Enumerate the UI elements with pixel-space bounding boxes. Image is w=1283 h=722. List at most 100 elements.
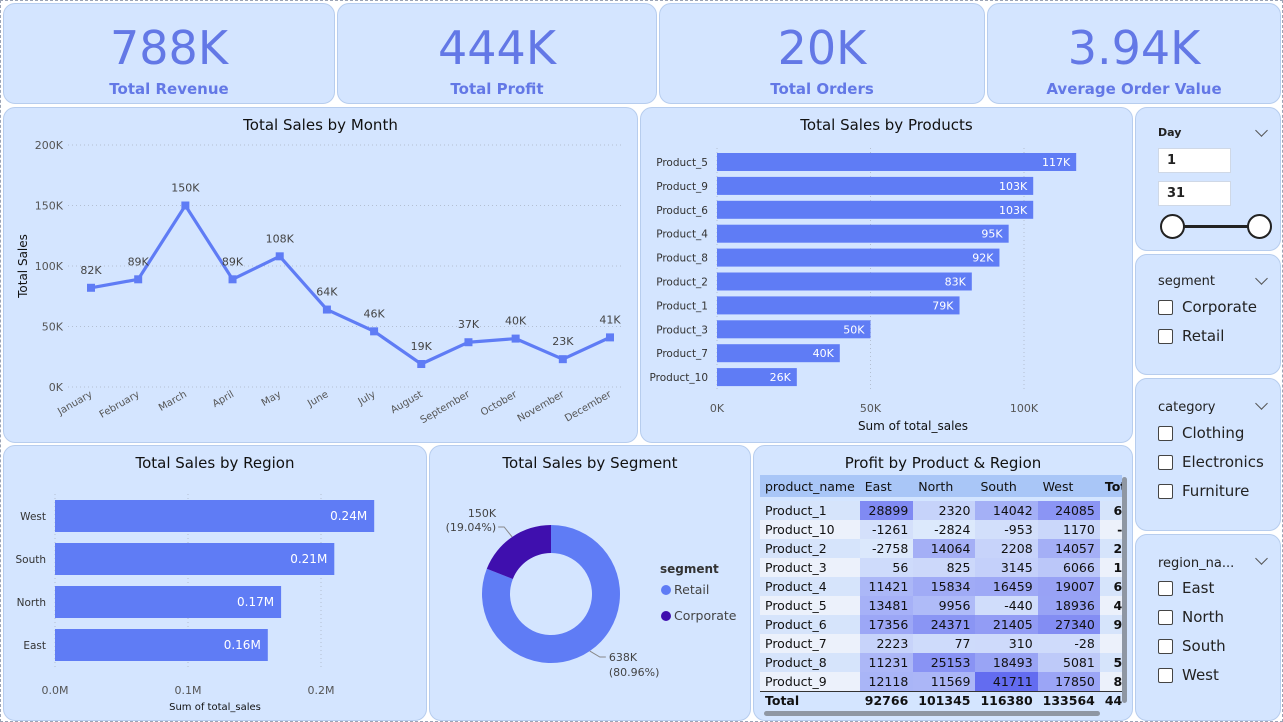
column-header[interactable]: East [860, 475, 914, 497]
sales-by-region-card[interactable]: Total Sales by Region 0.0M 0.1M 0.2M Sum of… [3, 445, 427, 721]
table-row[interactable]: Product_7222377310-28258 [760, 634, 1122, 653]
sales-by-month-card[interactable]: Total Sales by Month 0K 50K 100K 150K 200K To… [3, 107, 638, 443]
table-cell: 21405 [975, 615, 1038, 634]
slicer-option-north[interactable]: North [1158, 608, 1224, 626]
data-label: 638K [609, 651, 638, 664]
checkbox[interactable] [1158, 425, 1173, 441]
checkbox[interactable] [1158, 483, 1173, 499]
table-cell: 1009 [1099, 558, 1122, 577]
range-handle-start[interactable] [1160, 214, 1185, 239]
option-label: Furniture [1182, 482, 1250, 500]
checkbox[interactable] [1158, 667, 1173, 683]
x-tick-label: November [516, 389, 567, 425]
table-row[interactable]: Product_128899232014042240856934 [760, 501, 1122, 520]
vertical-scrollbar[interactable] [1122, 477, 1127, 703]
table-row[interactable]: Product_4114211583416459190076272 [760, 577, 1122, 596]
total-label: Total [765, 693, 800, 709]
line-point [134, 275, 143, 284]
option-label: Retail [1182, 327, 1225, 345]
table-row[interactable]: Product_9121181156941711178508324 [760, 672, 1122, 691]
slicer-option-corporate[interactable]: Corporate [1158, 298, 1257, 316]
segment-slicer[interactable]: segment Corporate Retail [1135, 254, 1281, 375]
checkbox[interactable] [1158, 580, 1173, 596]
option-label: West [1182, 666, 1219, 684]
region-slicer[interactable]: region_na... East North South West [1135, 534, 1281, 721]
kpi-card-total-profit[interactable]: 444K Total Profit [337, 3, 657, 104]
day-end-input[interactable]: 31 [1158, 181, 1231, 206]
slicer-option-east[interactable]: East [1158, 579, 1214, 597]
table-row[interactable]: Product_5134819956-440189364193 [760, 596, 1122, 615]
slicer-option-west[interactable]: West [1158, 666, 1219, 684]
day-slicer[interactable]: Day 1 31 [1135, 107, 1281, 251]
slicer-option-retail[interactable]: Retail [1158, 327, 1224, 345]
y-tick-label: 0K [49, 381, 64, 394]
chevron-down-icon[interactable] [1255, 552, 1268, 565]
data-label: 50K [843, 323, 865, 336]
table-cell: 12118 [859, 672, 914, 691]
table-cell: 5995 [1099, 653, 1122, 672]
matrix-viewport[interactable]: product_nameEastNorthSouthWestTotalProdu… [760, 475, 1122, 710]
data-label: 37K [458, 318, 480, 331]
category-label: Product_5 [656, 157, 708, 169]
column-header[interactable]: South [975, 475, 1037, 497]
line-point [606, 333, 614, 342]
column-header[interactable]: West [1038, 475, 1100, 497]
table-cell: 15834 [913, 577, 976, 596]
slicer-option-electronics[interactable]: Electronics [1158, 453, 1264, 471]
table-row[interactable]: Product_2-2758140642208140572757 [760, 539, 1122, 558]
table-row[interactable]: Product_811231251531849350815995 [760, 653, 1122, 672]
table-cell: 9956 [913, 596, 976, 615]
chevron-down-icon[interactable] [1255, 272, 1268, 285]
table-row[interactable]: Product_6173562437121405273409047 [760, 615, 1122, 634]
total-cell: 133564 [1042, 693, 1095, 709]
row-label: Product_8 [760, 653, 860, 672]
column-header[interactable]: North [913, 475, 975, 497]
kpi-label: Total Revenue [109, 80, 229, 98]
checkbox[interactable] [1158, 454, 1173, 470]
kpi-card-total-orders[interactable]: 20K Total Orders [659, 3, 985, 104]
table-row[interactable]: Product_356825314560661009 [760, 558, 1122, 577]
horizontal-scrollbar[interactable] [764, 711, 1100, 716]
checkbox[interactable] [1158, 638, 1173, 654]
kpi-card-average-order-value[interactable]: 3.94K Average Order Value [987, 3, 1281, 104]
data-label: 89K [128, 255, 150, 268]
data-label: 64K [316, 286, 338, 299]
slicer-option-furniture[interactable]: Furniture [1158, 482, 1249, 500]
column-header[interactable]: product_name [760, 475, 860, 497]
x-tick-label: 0.0M [42, 684, 69, 697]
kpi-value: 20K [777, 21, 867, 75]
sales-by-segment-card[interactable]: Total Sales by Segment 638K (80.96%) 150K(… [429, 445, 751, 721]
data-label: 150K [171, 182, 200, 195]
table-cell: -2758 [859, 539, 914, 558]
sales-by-products-card[interactable]: Total Sales by Products 0K 50K 100K Sum of … [640, 107, 1133, 443]
table-cell: 14057 [1037, 539, 1100, 558]
slicer-title: Day [1158, 126, 1182, 139]
checkbox[interactable] [1158, 328, 1173, 344]
kpi-card-total-revenue[interactable]: 788K Total Revenue [3, 3, 335, 104]
checkbox[interactable] [1158, 609, 1173, 625]
total-cell: 101345 [918, 693, 971, 709]
y-tick-label: 100K [35, 260, 64, 273]
table-cell: 3145 [975, 558, 1038, 577]
column-header[interactable]: Total [1100, 475, 1122, 497]
range-handle-end[interactable] [1247, 214, 1272, 239]
line-point [464, 338, 473, 347]
chevron-down-icon[interactable] [1255, 124, 1268, 137]
table-row[interactable]: Product_10-1261-2824-9531170-386 [760, 520, 1122, 539]
table-cell: 17850 [1037, 672, 1100, 691]
leader-line [589, 650, 606, 658]
checkbox[interactable] [1158, 299, 1173, 315]
slicer-option-clothing[interactable]: Clothing [1158, 424, 1244, 442]
region-bar [55, 500, 375, 532]
day-start-input[interactable]: 1 [1158, 148, 1231, 173]
table-cell: 11569 [913, 672, 976, 691]
option-label: Clothing [1182, 424, 1245, 442]
chevron-down-icon[interactable] [1255, 397, 1268, 410]
category-slicer[interactable]: category Clothing Electronics Furniture [1135, 378, 1281, 531]
profit-matrix-card[interactable]: Profit by Product & Region product_name E… [753, 445, 1133, 721]
row-label: Product_3 [760, 558, 860, 577]
slicer-option-south[interactable]: South [1158, 637, 1226, 655]
x-tick-label: 100K [1010, 402, 1039, 415]
table-cell: 310 [975, 634, 1038, 653]
table-cell: 5081 [1037, 653, 1100, 672]
